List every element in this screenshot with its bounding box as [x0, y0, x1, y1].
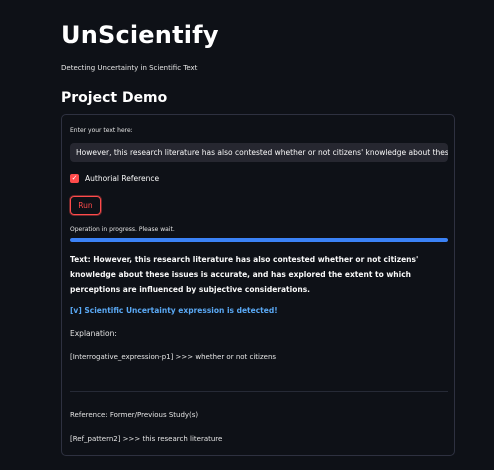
result-text: Text: However, this research literature … — [70, 255, 419, 294]
divider — [70, 391, 448, 392]
reference-pattern: [Ref_pattern2] >>> this research literat… — [70, 435, 223, 443]
text-input[interactable]: However, this research literature has al… — [70, 143, 448, 162]
progress-bar — [70, 238, 448, 242]
explanation-label: Explanation: — [70, 329, 117, 338]
checkbox-label: Authorial Reference — [85, 174, 160, 183]
form-card: Enter your text here: However, this rese… — [61, 114, 455, 456]
reference-label: Reference: Former/Previous Study(s) — [70, 411, 199, 419]
section-title: Project Demo — [61, 90, 168, 106]
authorial-reference-checkbox-row[interactable]: ✓ Authorial Reference — [70, 174, 159, 183]
run-button[interactable]: Run — [70, 196, 101, 215]
input-label: Enter your text here: — [70, 127, 133, 134]
interrogative-pattern: [Interrogative_expression-p1] >>> whethe… — [70, 353, 277, 361]
checkbox-checked-icon[interactable]: ✓ — [70, 174, 79, 183]
progress-fill — [70, 238, 448, 242]
detected-message: [v] Scientific Uncertainty expression is… — [70, 306, 278, 315]
progress-text: Operation in progress. Please wait. — [70, 226, 175, 233]
app-subtitle: Detecting Uncertainty in Scientific Text — [61, 64, 198, 72]
app-title: UnScientify — [61, 21, 219, 49]
